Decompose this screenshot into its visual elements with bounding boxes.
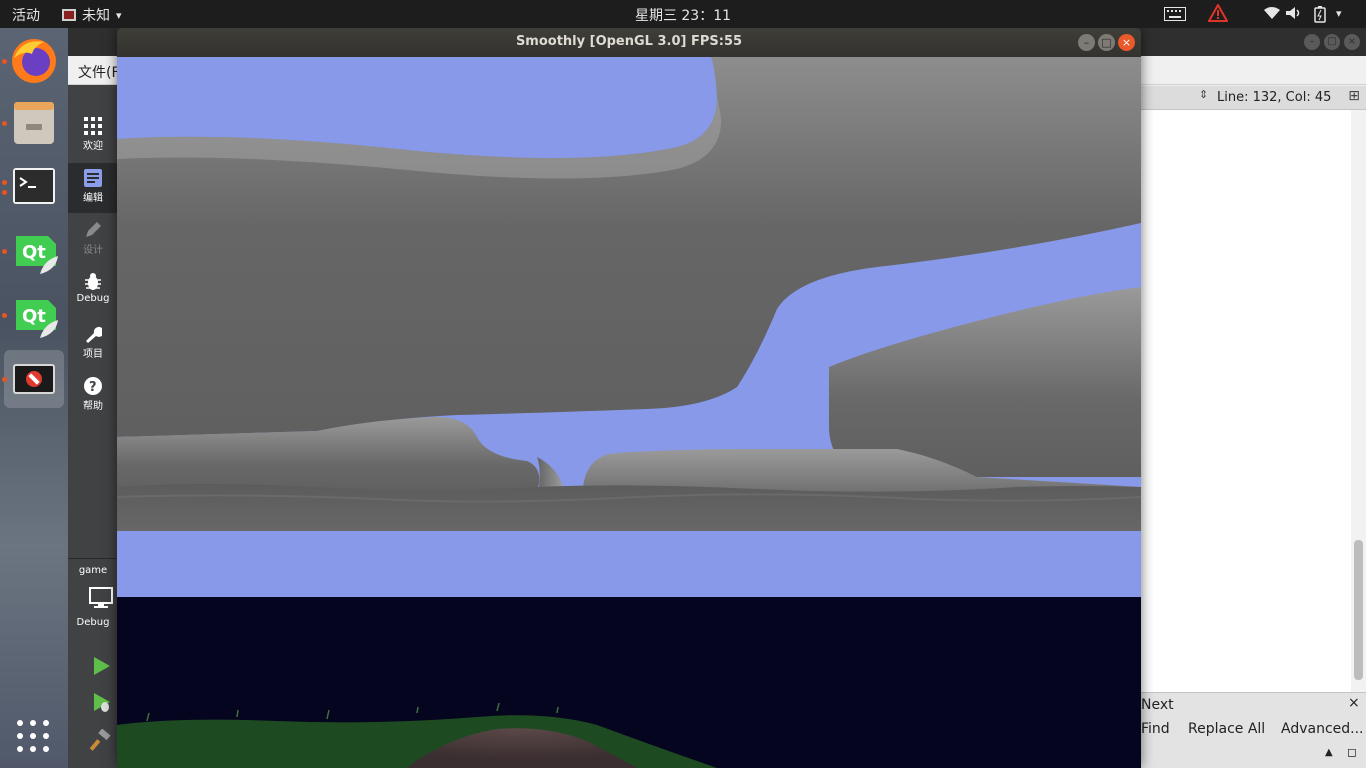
- mode-label: 帮助: [83, 401, 103, 412]
- qt-close-button[interactable]: ×: [1344, 34, 1360, 50]
- mode-help[interactable]: ? 帮助: [68, 371, 118, 421]
- wifi-icon[interactable]: [1264, 6, 1280, 20]
- mode-sidebar: 欢迎 编辑 设计 Debug 项目 ? 帮助 game Debug: [68, 85, 118, 768]
- volume-icon[interactable]: [1286, 6, 1302, 20]
- app-menu[interactable]: 未知 ▾: [62, 5, 122, 25]
- app-icon: [62, 9, 76, 21]
- kit-selector[interactable]: game Debug: [68, 558, 118, 768]
- menu-file[interactable]: 文件(F: [78, 62, 120, 82]
- dock: Qt Qt: [0, 28, 68, 768]
- find-toolbar: Next × Find Replace All Advanced... ▲ ◻: [1141, 692, 1366, 768]
- window-title: Smoothly [OpenGL 3.0] FPS:55: [515, 34, 743, 49]
- monitor-icon: [89, 587, 113, 608]
- mode-welcome[interactable]: 欢迎: [68, 111, 118, 161]
- qt-icon: Qt: [16, 300, 58, 338]
- dock-item-running-app[interactable]: [4, 350, 64, 408]
- sky-band: [117, 531, 1141, 597]
- qt-icon: Qt: [16, 236, 58, 274]
- cursor-position: Line: 132, Col: 45: [1217, 90, 1332, 105]
- app-menu-label: 未知: [82, 8, 110, 24]
- grid-icon: [17, 720, 23, 726]
- find-button[interactable]: Find: [1141, 721, 1170, 737]
- mode-debug[interactable]: Debug: [68, 267, 118, 317]
- dock-item-terminal[interactable]: [4, 158, 64, 216]
- dock-item-firefox[interactable]: [4, 32, 64, 90]
- scrollbar-thumb[interactable]: [1354, 540, 1363, 680]
- mode-label: 编辑: [83, 193, 103, 204]
- dock-running-indicator: [2, 249, 7, 254]
- dock-running-indicator: [2, 59, 7, 64]
- mode-design[interactable]: 设计: [68, 215, 118, 265]
- qt-maximize-button[interactable]: □: [1324, 34, 1340, 50]
- split-icon[interactable]: ⊞: [1348, 88, 1360, 104]
- qt-minimize-button[interactable]: –: [1304, 34, 1320, 50]
- dock-running-indicator: [2, 190, 7, 195]
- activities-button[interactable]: 活动: [12, 5, 40, 25]
- clock[interactable]: 星期三 23：11: [635, 8, 731, 24]
- pencil-icon: [86, 222, 101, 237]
- kit-config-label: Debug: [76, 617, 110, 628]
- build-hammer-icon[interactable]: [90, 729, 112, 751]
- svg-text:Qt: Qt: [22, 242, 46, 263]
- keyboard-icon[interactable]: [1164, 7, 1186, 21]
- terminal-icon: [13, 168, 55, 204]
- dock-item-files[interactable]: [4, 94, 64, 152]
- terrain-ground: [117, 484, 1141, 531]
- find-next-button[interactable]: Next: [1141, 697, 1174, 713]
- dock-item-qt-creator-2[interactable]: Qt: [4, 286, 64, 344]
- dock-running-indicator: [2, 121, 7, 126]
- close-icon[interactable]: ×: [1348, 695, 1360, 711]
- dock-running-indicator: [2, 180, 7, 185]
- smoothly-window: Smoothly [OpenGL 3.0] FPS:55 – □ ×: [117, 28, 1141, 768]
- maximize-button[interactable]: □: [1098, 34, 1115, 51]
- system-tray[interactable]: ▾: [1146, 0, 1366, 28]
- chevron-up-icon[interactable]: ▲: [1325, 747, 1333, 758]
- replace-all-button[interactable]: Replace All: [1188, 721, 1265, 737]
- svg-text:?: ?: [89, 380, 97, 395]
- mode-label: 设计: [83, 245, 103, 256]
- edit-icon: [84, 169, 102, 187]
- editor-scrollbar[interactable]: [1351, 110, 1366, 692]
- svg-text:Qt: Qt: [22, 306, 46, 327]
- smoothly-titlebar[interactable]: Smoothly [OpenGL 3.0] FPS:55 – □ ×: [117, 28, 1141, 57]
- debug-run-icon[interactable]: [90, 691, 112, 713]
- warning-icon[interactable]: [1208, 4, 1228, 22]
- run-icon[interactable]: [90, 655, 112, 677]
- dock-running-indicator: [2, 377, 7, 382]
- 3d-scene: [117, 57, 1141, 768]
- no-entry-icon: [13, 364, 55, 394]
- battery-icon[interactable]: [1314, 5, 1326, 23]
- stepper-arrows-icon[interactable]: ⇕: [1199, 88, 1208, 101]
- chevron-down-icon: ▾: [116, 8, 122, 22]
- mode-projects[interactable]: 项目: [68, 319, 118, 369]
- code-editor[interactable]: [1141, 110, 1351, 692]
- system-menu-icon[interactable]: ▾: [1336, 7, 1342, 20]
- opengl-viewport[interactable]: [117, 57, 1141, 768]
- firefox-icon: [12, 39, 56, 83]
- dock-running-indicator: [2, 313, 7, 318]
- advanced-button[interactable]: Advanced...: [1281, 721, 1364, 737]
- bug-icon: [85, 273, 101, 290]
- wrench-icon: [86, 326, 102, 343]
- help-icon: ?: [84, 377, 102, 395]
- mode-label: 项目: [83, 349, 103, 360]
- grid-icon: [84, 117, 102, 135]
- kit-project-label: game: [78, 565, 108, 576]
- file-manager-icon: [14, 102, 54, 144]
- dock-item-qt-creator[interactable]: Qt: [4, 222, 64, 280]
- maximize-pane-icon[interactable]: ◻: [1347, 745, 1357, 759]
- top-panel: 活动 未知 ▾ 星期三 23：11 ▾: [0, 0, 1366, 28]
- mode-label: 欢迎: [83, 141, 103, 152]
- mode-label: Debug: [76, 293, 110, 304]
- close-button[interactable]: ×: [1118, 34, 1135, 51]
- minimize-button[interactable]: –: [1078, 34, 1095, 51]
- show-applications-button[interactable]: [17, 720, 51, 754]
- mode-edit[interactable]: 编辑: [68, 163, 118, 213]
- editor-toolbar: ⇕ Line: 132, Col: 45 ⊞: [1141, 86, 1366, 110]
